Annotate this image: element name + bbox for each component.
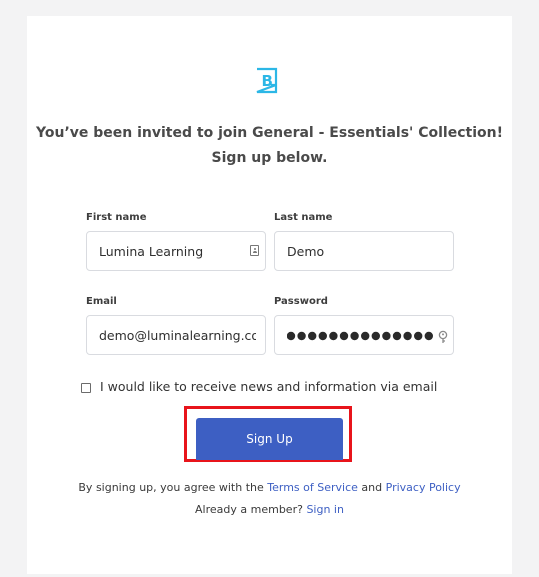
- password-dot: [403, 331, 412, 341]
- email-value: demo@luminalearning.co: [99, 328, 256, 343]
- newsletter-checkbox[interactable]: [81, 383, 91, 393]
- key-icon[interactable]: [437, 329, 449, 343]
- first-name-field[interactable]: Lumina Learning: [86, 231, 266, 271]
- newsletter-label: I would like to receive news and informa…: [100, 379, 438, 394]
- password-dot: [361, 331, 370, 341]
- password-dot: [329, 331, 338, 341]
- terms-and: and: [357, 481, 386, 494]
- password-dot: [339, 331, 349, 341]
- first-name-label: First name: [86, 212, 147, 223]
- password-dot: [392, 331, 402, 341]
- password-mask: [287, 330, 435, 342]
- terms-of-service-link[interactable]: Terms of Service: [267, 481, 358, 494]
- email-field[interactable]: demo@luminalearning.co: [86, 315, 266, 355]
- password-dot: [414, 331, 423, 341]
- password-dot: [350, 331, 359, 341]
- sign-in-link[interactable]: Sign in: [306, 503, 344, 516]
- last-name-value: Demo: [287, 244, 325, 259]
- password-dot: [297, 331, 306, 341]
- password-dot: [382, 331, 391, 341]
- invite-subheadline: Sign up below.: [211, 150, 328, 166]
- password-dot: [308, 331, 317, 341]
- sign-in-prompt: Already a member? Sign in: [27, 503, 512, 516]
- terms-prefix: By signing up, you agree with the: [78, 481, 268, 494]
- invite-headline: You’ve been invited to join General - Es…: [36, 125, 503, 141]
- brand-logo-icon: B: [254, 67, 280, 94]
- last-name-label: Last name: [274, 212, 333, 223]
- contact-card-icon[interactable]: [250, 245, 259, 256]
- last-name-field[interactable]: Demo: [274, 231, 454, 271]
- member-prompt: Already a member?: [195, 503, 307, 516]
- password-label: Password: [274, 296, 328, 307]
- password-dot: [371, 331, 380, 341]
- email-label: Email: [86, 296, 117, 307]
- privacy-policy-link[interactable]: Privacy Policy: [386, 481, 461, 494]
- password-dot: [424, 331, 433, 341]
- password-dot: [318, 331, 327, 341]
- password-field[interactable]: [274, 315, 454, 355]
- password-dot: [287, 331, 296, 341]
- sign-up-button[interactable]: Sign Up: [196, 418, 343, 460]
- svg-text:B: B: [262, 72, 273, 90]
- first-name-value: Lumina Learning: [99, 244, 204, 259]
- terms-notice: By signing up, you agree with the Terms …: [27, 481, 512, 494]
